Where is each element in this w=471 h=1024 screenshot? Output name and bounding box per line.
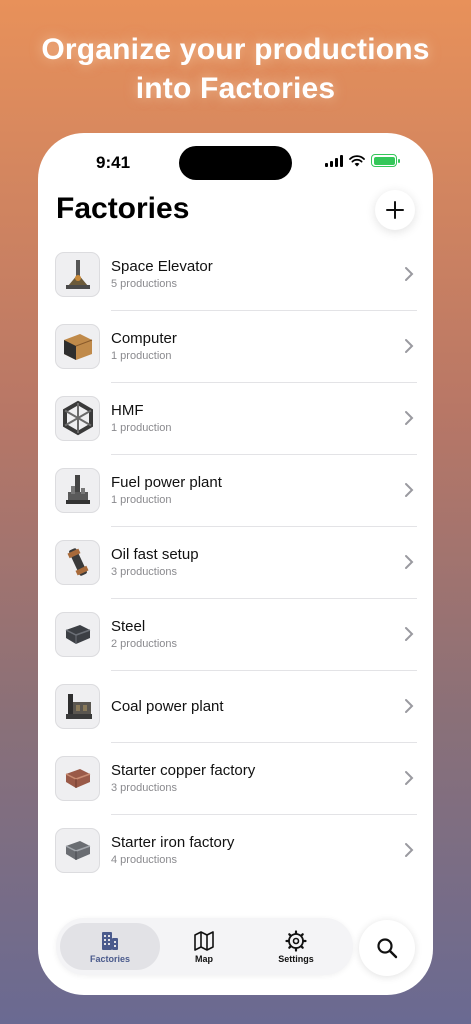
chevron-right-icon [405,267,414,281]
chevron-right-icon [405,771,414,785]
add-factory-button[interactable] [375,190,415,230]
factory-name: Fuel power plant [111,473,222,491]
tab-settings[interactable]: Settings [252,923,340,970]
factory-row-coal-power-plant[interactable]: Coal power plant [55,670,417,742]
computer-icon [55,323,100,369]
chevron-right-icon [405,843,414,857]
factory-name: Starter iron factory [111,833,235,851]
tab-label: Settings [278,953,314,964]
factory-name: Steel [111,617,146,635]
status-time: 9:41 [96,153,131,172]
factory-name: Coal power plant [111,697,224,715]
factory-production-count: 1 production [111,421,172,434]
tab-map[interactable]: Map [168,923,240,970]
headline-line-1: Organize your productions [41,33,430,66]
headline-line-2: into Factories [135,72,336,105]
factory-row-computer[interactable]: Computer 1 production [55,310,417,382]
factory-production-count: 2 productions [111,637,178,650]
factory-name: Oil fast setup [111,545,199,563]
factory-row-steel[interactable]: Steel 2 productions [55,598,417,670]
phone-screen: 9:41 Factories Space Elevator 5 producti… [38,133,433,995]
factory-production-count: 3 productions [111,781,178,794]
map-icon [194,930,214,951]
page-title: Factories [56,192,190,225]
tab-factories[interactable]: Factories [60,923,160,970]
chevron-right-icon [405,411,414,425]
chevron-right-icon [405,699,414,713]
factory-name: Starter copper factory [111,761,256,779]
iron-ingot-icon [55,827,100,873]
status-icons [325,154,400,167]
search-icon [377,938,398,959]
factory-list: Space Elevator 5 productions Computer 1 … [55,238,417,886]
battery-charging-icon [371,154,400,167]
wifi-icon [349,154,365,166]
space-elevator-icon [55,251,100,297]
chevron-right-icon [405,555,414,569]
factory-row-hmf[interactable]: HMF 1 production [55,382,417,454]
chevron-right-icon [405,627,414,641]
chevron-right-icon [405,483,414,497]
factory-production-count: 3 productions [111,565,178,578]
steel-ingot-icon [55,611,100,657]
gear-icon [285,929,307,952]
factory-production-count: 1 production [111,349,172,362]
marketing-headline: Organize your productions into Factories [0,30,471,108]
copper-ingot-icon [55,755,100,801]
factory-production-count: 4 productions [111,853,178,866]
buildings-icon [102,931,118,950]
factory-row-starter-iron-factory[interactable]: Starter iron factory 4 productions [55,814,417,886]
chevron-right-icon [405,339,414,353]
factory-row-fuel-power-plant[interactable]: Fuel power plant 1 production [55,454,417,526]
factory-production-count: 1 production [111,493,172,506]
fuel-generator-icon [55,467,100,513]
factory-name: Computer [111,329,177,347]
hmf-icon [55,395,100,441]
factory-name: HMF [111,401,144,419]
tab-label: Factories [89,953,131,964]
plus-icon [386,201,404,219]
cellular-signal-icon [325,154,343,167]
tab-bar: Factories Map Settings [56,918,353,975]
search-button[interactable] [359,920,415,976]
factory-production-count: 5 productions [111,277,178,290]
oil-pipe-icon [55,539,100,585]
dynamic-island [179,146,292,180]
factory-name: Space Elevator [111,257,213,275]
coal-generator-icon [55,683,100,729]
tab-label: Map [195,953,213,964]
factory-row-oil-fast-setup[interactable]: Oil fast setup 3 productions [55,526,417,598]
factory-row-starter-copper-factory[interactable]: Starter copper factory 3 productions [55,742,417,814]
factory-row-space-elevator[interactable]: Space Elevator 5 productions [55,238,417,310]
